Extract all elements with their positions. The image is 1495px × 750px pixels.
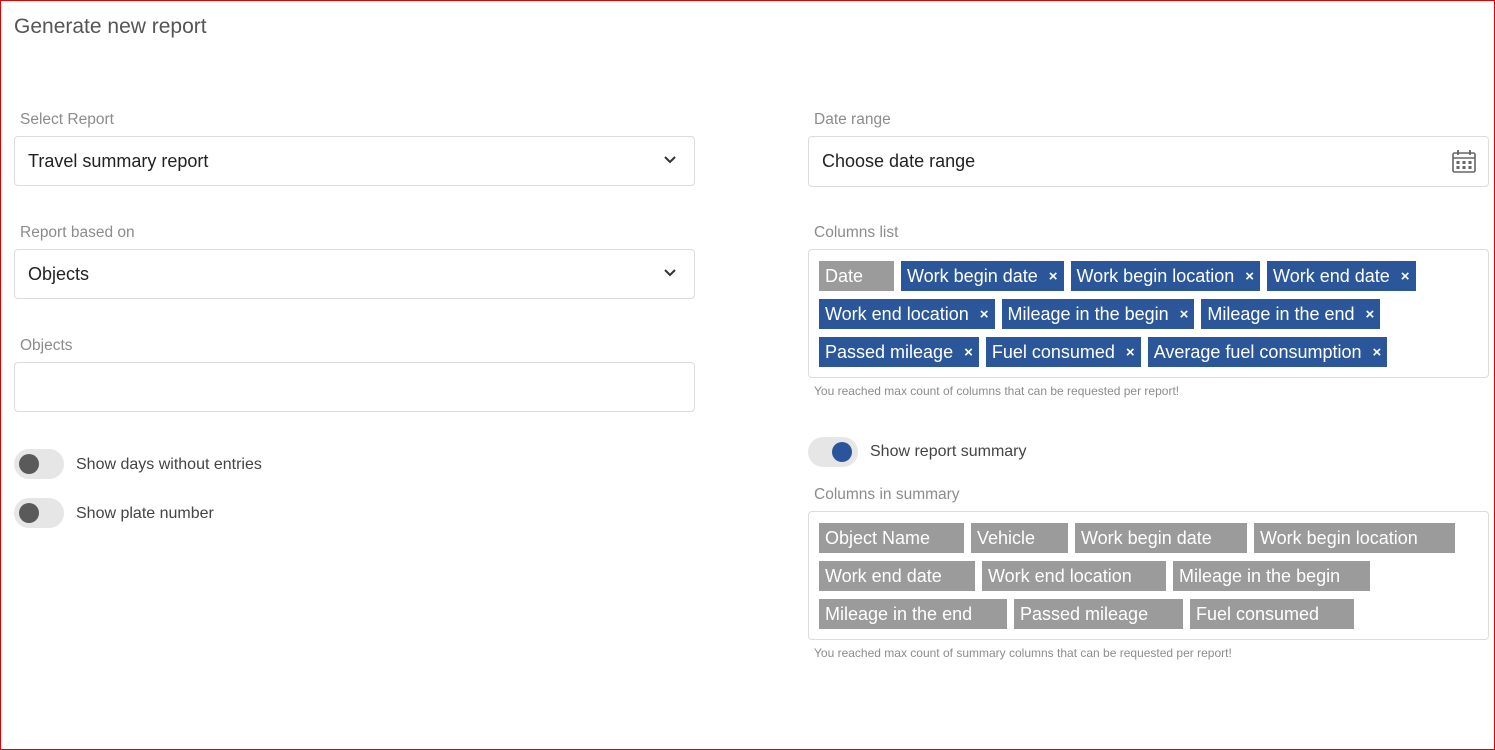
columns-list-hint: You reached max count of columns that ca…	[814, 384, 1180, 398]
summary-column-tag: Work end location	[982, 561, 1166, 591]
summary-column-tag: Work begin date	[1075, 523, 1247, 553]
show-plate-number-label: Show plate number	[76, 505, 214, 522]
toggle-knob	[832, 442, 852, 462]
report-based-on-label: Report based on	[20, 224, 135, 241]
column-tag: Work end location ×	[819, 299, 995, 329]
objects-input[interactable]	[15, 363, 694, 411]
summary-column-tag: Object Name	[819, 523, 964, 553]
column-tag-label: Work begin location	[1076, 265, 1235, 286]
remove-tag-icon[interactable]: ×	[1401, 268, 1410, 285]
summary-column-tag: Work end date	[819, 561, 975, 591]
summary-column-tag: Mileage in the begin	[1173, 561, 1370, 591]
show-report-summary-toggle[interactable]	[808, 437, 858, 467]
remove-tag-icon[interactable]: ×	[1245, 268, 1254, 285]
page-title: Generate new report	[14, 15, 207, 38]
column-tag: Work begin date ×	[901, 261, 1064, 291]
columns-in-summary-tags: Object Name Vehicle Work begin date Work be…	[819, 523, 1478, 629]
objects-field[interactable]	[14, 362, 695, 412]
show-report-summary-label: Show report summary	[870, 443, 1027, 460]
column-tag-label: Date	[825, 265, 864, 286]
remove-tag-icon[interactable]: ×	[1126, 344, 1135, 361]
chevron-down-icon	[664, 156, 676, 164]
date-range-placeholder: Choose date range	[822, 151, 976, 171]
column-tag: Date	[819, 261, 894, 291]
select-report-value: Travel summary report	[28, 151, 209, 171]
column-tag: Work begin location ×	[1070, 261, 1261, 291]
remove-tag-icon[interactable]: ×	[980, 306, 989, 323]
column-tag: Average fuel consumption ×	[1147, 337, 1388, 367]
column-tag-label: Fuel consumed	[991, 341, 1115, 362]
column-tag-label: Work begin date	[907, 265, 1038, 286]
column-tag-label: Work end location	[825, 303, 969, 324]
column-tag-label: Mileage in the end	[1207, 303, 1355, 324]
columns-list-label: Columns list	[814, 224, 899, 241]
column-tag: Passed mileage ×	[819, 337, 979, 367]
toggle-knob	[19, 454, 39, 474]
remove-tag-icon[interactable]: ×	[1366, 306, 1375, 323]
column-tag: Fuel consumed ×	[985, 337, 1141, 367]
remove-tag-icon[interactable]: ×	[964, 344, 973, 361]
column-tag: Mileage in the end ×	[1201, 299, 1381, 329]
report-based-on-dropdown[interactable]: Objects	[14, 249, 695, 299]
columns-in-summary-field[interactable]: Object Name Vehicle Work begin date Work be…	[808, 511, 1489, 640]
remove-tag-icon[interactable]: ×	[1373, 344, 1382, 361]
calendar-icon[interactable]	[1451, 148, 1477, 174]
select-report-label: Select Report	[20, 111, 114, 128]
chevron-down-icon	[664, 269, 676, 277]
column-tag-label: Work end date	[1273, 265, 1390, 286]
summary-column-tag: Passed mileage	[1014, 599, 1183, 629]
column-tag-label: Passed mileage	[825, 341, 954, 362]
columns-in-summary-hint: You reached max count of summary columns…	[814, 646, 1232, 660]
column-tag-label: Mileage in the begin	[1007, 303, 1169, 324]
select-report-dropdown[interactable]: Travel summary report	[14, 136, 695, 186]
remove-tag-icon[interactable]: ×	[1180, 306, 1189, 323]
summary-column-tag: Fuel consumed	[1190, 599, 1354, 629]
show-days-without-entries-label: Show days without entries	[76, 456, 262, 473]
objects-label: Objects	[20, 337, 73, 354]
show-days-without-entries-toggle[interactable]	[14, 449, 64, 479]
column-tag-label: Average fuel consumption	[1153, 341, 1362, 362]
date-range-picker[interactable]: Choose date range	[808, 136, 1489, 187]
report-based-on-value: Objects	[28, 264, 90, 284]
summary-column-tag: Work begin location	[1254, 523, 1455, 553]
dialog-frame: Generate new report Select Report Travel…	[0, 0, 1495, 750]
remove-tag-icon[interactable]: ×	[1049, 268, 1058, 285]
columns-list-field[interactable]: Date Work begin date × Work begin location ×…	[808, 249, 1489, 378]
toggle-knob	[19, 503, 39, 523]
columns-in-summary-label: Columns in summary	[814, 486, 960, 503]
summary-column-tag: Vehicle	[971, 523, 1068, 553]
summary-column-tag: Mileage in the end	[819, 599, 1007, 629]
column-tag: Work end date ×	[1267, 261, 1416, 291]
date-range-label: Date range	[814, 111, 891, 128]
show-plate-number-toggle[interactable]	[14, 498, 64, 528]
columns-list-tags: Date Work begin date × Work begin location ×…	[819, 261, 1478, 367]
column-tag: Mileage in the begin ×	[1001, 299, 1195, 329]
